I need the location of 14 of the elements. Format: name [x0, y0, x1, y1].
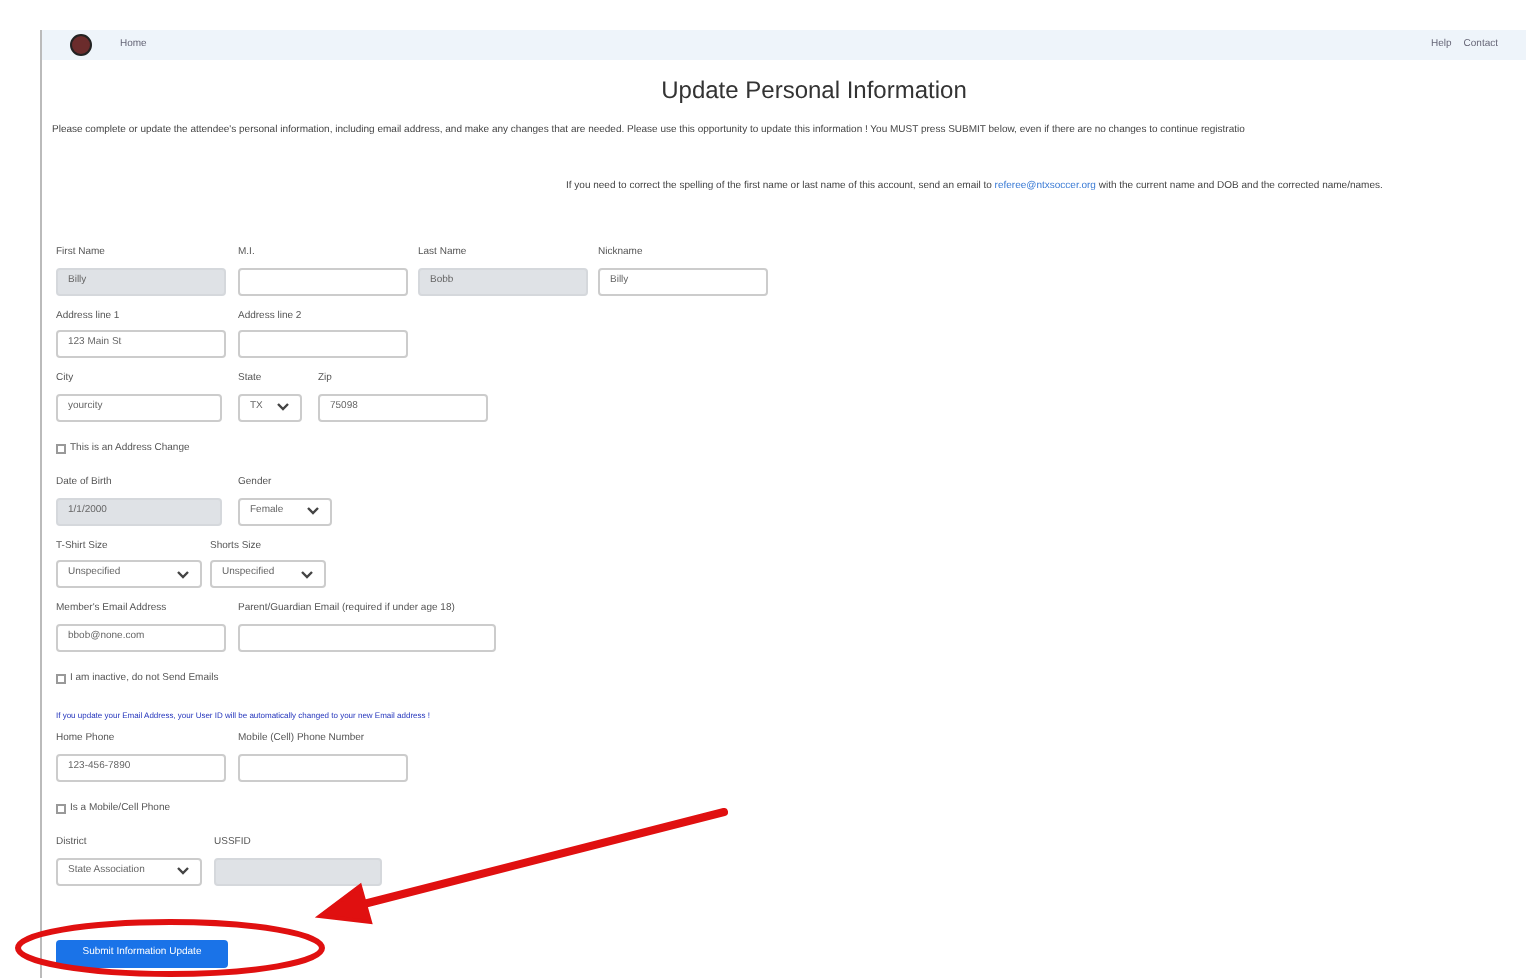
- input-field[interactable]: [238, 330, 408, 358]
- input-field[interactable]: [238, 267, 408, 295]
- chevron-icon: [176, 569, 190, 579]
- checkbox[interactable]: [56, 803, 66, 814]
- logo-icon: [70, 34, 92, 56]
- page-title: Update Personal Information: [659, 74, 969, 108]
- chevron-icon: [300, 569, 314, 579]
- input-field[interactable]: [238, 623, 496, 651]
- chevron-icon: [276, 402, 290, 412]
- chevron-icon: [306, 506, 320, 516]
- checkbox[interactable]: [56, 443, 66, 454]
- chevron-icon: [176, 866, 190, 876]
- input-field[interactable]: [238, 753, 408, 781]
- checkbox[interactable]: [56, 673, 66, 684]
